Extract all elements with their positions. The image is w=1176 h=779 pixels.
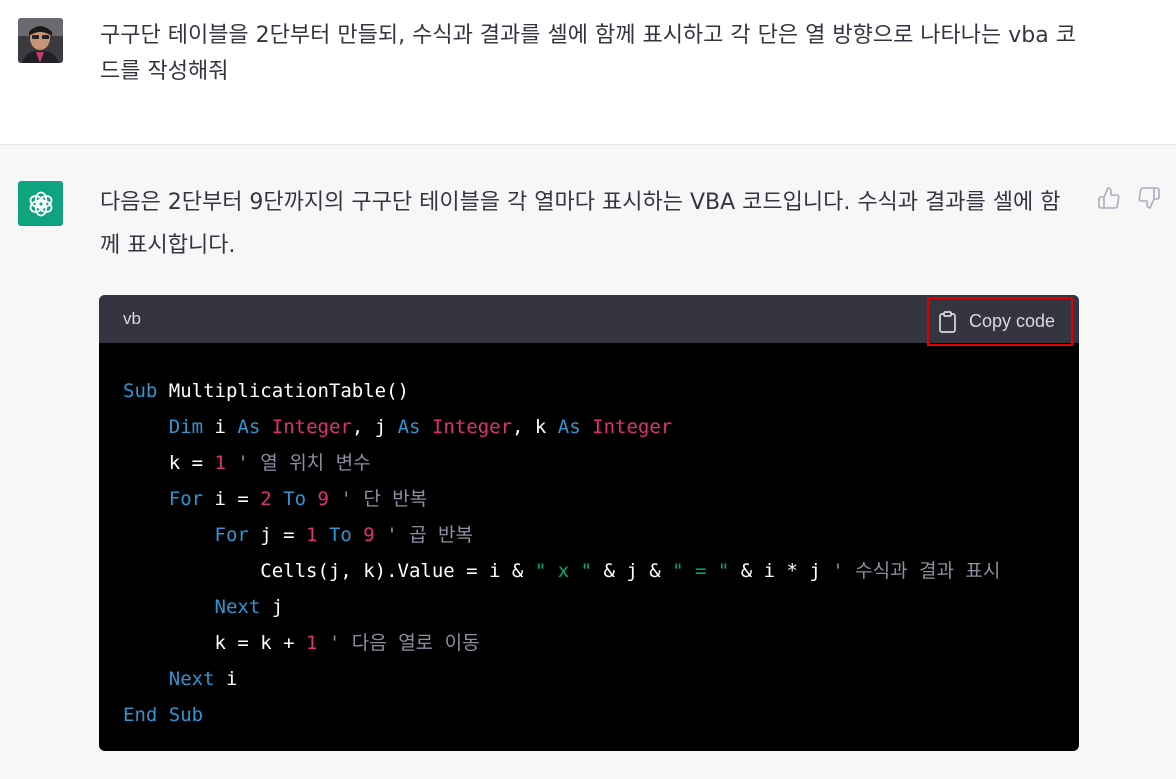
feedback-buttons	[1096, 185, 1162, 211]
openai-logo-icon	[29, 191, 52, 216]
code-line: k = 1 ' 열 위치 변수	[123, 445, 1055, 481]
code-token: i =	[203, 488, 261, 510]
assistant-message-row: 다음은 2단부터 9단까지의 구구단 테이블을 각 열마다 표시하는 VBA 코…	[0, 145, 1176, 779]
code-token: Integer	[431, 416, 513, 438]
code-token: 2	[260, 488, 272, 510]
code-line: For i = 2 To 9 ' 단 반복	[123, 481, 1055, 517]
code-line: k = k + 1 ' 다음 열로 이동	[123, 625, 1055, 661]
code-token: Next	[214, 596, 261, 618]
code-token: Sub	[123, 380, 158, 402]
code-token: ' 수식과 결과 표시	[820, 560, 1001, 582]
thumbs-down-button[interactable]	[1136, 185, 1162, 211]
code-line: Dim i As Integer, j As Integer, k As Int…	[123, 409, 1055, 445]
user-message-text: 구구단 테이블을 2단부터 만들되, 수식과 결과를 셀에 함께 표시하고 각 …	[100, 23, 1076, 84]
code-token: Integer	[592, 416, 673, 438]
code-language-label: vb	[123, 309, 141, 328]
code-token: 9	[363, 524, 375, 546]
code-token: Next	[168, 668, 215, 690]
code-line: Next i	[123, 661, 1055, 697]
code-line: For j = 1 To 9 ' 곱 반복	[123, 517, 1055, 553]
code-token: 9	[317, 488, 329, 510]
code-token: k = k +	[123, 632, 307, 654]
code-token: For	[168, 488, 204, 510]
code-line: End Sub	[123, 697, 1055, 733]
code-token: i	[203, 416, 238, 438]
code-token: ' 곱 반복	[374, 524, 473, 546]
code-token: As	[397, 416, 421, 438]
copy-code-button[interactable]: Copy code	[927, 297, 1073, 346]
code-token: ' 단 반복	[329, 488, 428, 510]
code-token: ' 다음 열로 이동	[317, 632, 480, 654]
code-token: As	[557, 416, 581, 438]
code-line: Sub MultiplicationTable()	[123, 373, 1055, 409]
assistant-message-text: 다음은 2단부터 9단까지의 구구단 테이블을 각 열마다 표시하는 VBA 코…	[100, 190, 1061, 258]
code-token: 1	[214, 452, 226, 474]
code-token: & j &	[592, 560, 673, 582]
code-token: k =	[123, 452, 215, 474]
code-token: " x "	[534, 560, 593, 582]
code-token: End	[123, 704, 158, 726]
code-token: MultiplicationTable()	[157, 380, 409, 402]
code-token: " = "	[672, 560, 730, 582]
code-token: , k	[512, 416, 558, 438]
code-token: To	[283, 488, 307, 510]
code-token: , j	[351, 416, 398, 438]
code-block-header: vb Copy code	[99, 295, 1079, 346]
code-token: 1	[306, 632, 318, 654]
thumbs-up-button[interactable]	[1096, 185, 1122, 211]
user-avatar	[18, 18, 63, 63]
thumbs-up-icon	[1098, 187, 1120, 209]
code-line: Next j	[123, 589, 1055, 625]
code-token: ' 열 위치 변수	[225, 452, 371, 474]
code-token: Cells(j, k).Value = i &	[123, 560, 535, 582]
code-token: & i * j	[729, 560, 821, 582]
code-token: For	[214, 524, 249, 546]
code-token: Integer	[271, 416, 352, 438]
user-message-row: 구구단 테이블을 2단부터 만들되, 수식과 결과를 셀에 함께 표시하고 각 …	[0, 0, 1176, 145]
user-photo	[18, 18, 63, 63]
code-token: i	[214, 668, 238, 690]
clipboard-icon	[939, 310, 956, 333]
code-token: j	[260, 596, 284, 618]
copy-code-label: Copy code	[969, 311, 1056, 331]
code-token: Dim	[168, 416, 204, 438]
code-block: vb Copy code Sub MultiplicationTable() D…	[99, 295, 1079, 751]
assistant-avatar	[18, 181, 63, 226]
code-token: j =	[248, 524, 307, 546]
thumbs-down-icon	[1138, 187, 1160, 209]
code-content[interactable]: Sub MultiplicationTable() Dim i As Integ…	[99, 343, 1079, 733]
code-token: 1	[306, 524, 318, 546]
code-line: Cells(j, k).Value = i & " x " & j & " = …	[123, 553, 1055, 589]
code-token: Sub	[168, 704, 204, 726]
code-token: To	[328, 524, 352, 546]
code-token: As	[237, 416, 261, 438]
